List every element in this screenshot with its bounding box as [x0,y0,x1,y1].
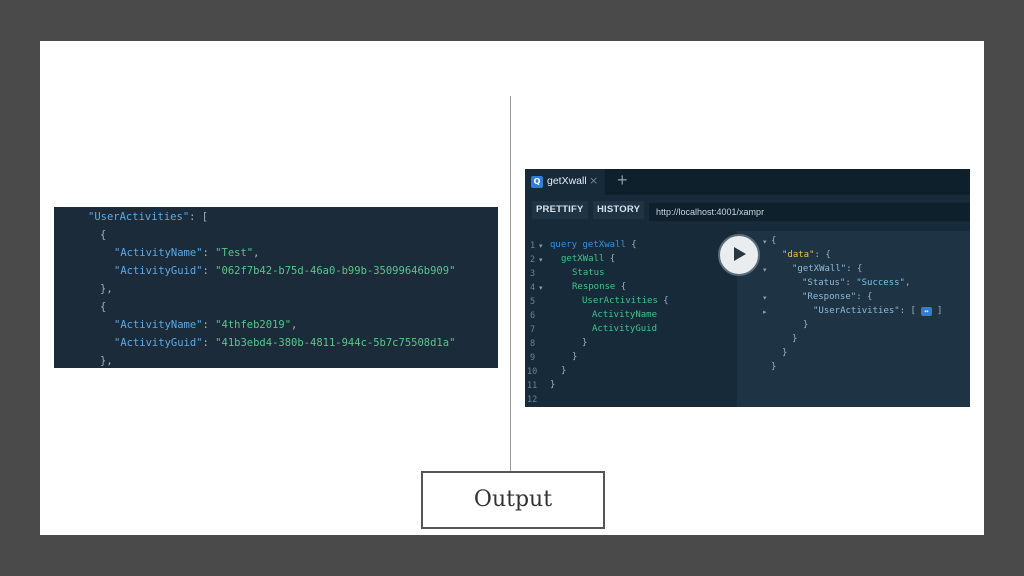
tab-getxwall[interactable]: Q getXwall × [525,169,605,195]
line-number: 2 [530,255,536,265]
query-line: query getXwall { [550,240,637,250]
result-line: } [771,362,777,372]
history-button[interactable]: HISTORY [593,201,645,219]
close-icon[interactable]: × [589,174,598,187]
code-line-1: "UserActivities": [ [88,211,209,223]
fold-arrow-icon[interactable]: ▾ [763,294,767,302]
play-icon [734,247,746,261]
fold-arrow-icon[interactable]: ▾ [763,266,767,274]
query-line: UserActivities { [582,296,669,306]
tab-title: getXwall [547,175,587,187]
expand-arrow-icon[interactable]: ▸ [763,308,767,316]
result-line: } [792,334,798,344]
line-number: 9 [530,353,536,363]
result-pane: ▾ ▾ ▾ ▸ { "data": { "getXWall": { "Statu… [737,231,970,407]
fold-arrow-icon[interactable]: ▾ [763,238,767,246]
line-number: 6 [530,311,536,321]
prettify-button[interactable]: PRETTIFY [532,201,588,219]
query-line: ActivityGuid [592,324,658,334]
query-line: ActivityName [592,310,658,320]
expand-array-button[interactable]: ↔ [921,307,932,316]
query-line: } [572,352,578,362]
code-line-9: }, [100,355,113,367]
result-line: "Response": { [802,292,873,302]
code-line-7: "ActivityName": "4thfeb2019", [114,319,298,331]
graphql-playground: Q getXwall × + PRETTIFY HISTORY http://l… [525,169,970,407]
query-line: getXWall { [561,254,616,264]
graphql-logo-icon: Q [531,176,543,188]
add-tab-icon[interactable]: + [617,170,628,191]
line-number: 7 [530,325,536,335]
query-line: } [582,338,588,348]
code-line-2: { [100,229,107,241]
query-line: Response { [572,282,627,292]
code-line-3: "ActivityName": "Test", [114,247,260,259]
vertical-divider [510,96,511,472]
query-line: } [550,380,556,390]
result-line: "Status": "Success", [802,278,911,288]
result-line: { [771,236,777,246]
line-number: 4 [530,283,536,293]
result-line: "data": { [782,250,831,260]
line-number: 1 [530,241,536,251]
code-line-6: { [100,301,107,313]
code-line-4: "ActivityGuid": "062f7b42-b75d-46a0-b99b… [114,265,456,277]
result-line: } [803,320,809,330]
code-line-8: "ActivityGuid": "41b3ebd4-380b-4811-944c… [114,337,456,349]
json-code-panel: "UserActivities": [ { "ActivityName": "T… [54,207,498,368]
line-number: 3 [530,269,536,279]
line-number: 12 [527,395,538,405]
result-line: "getXWall": { [792,264,863,274]
fold-arrow-icon[interactable]: ▾ [539,284,543,292]
output-label-box: Output [421,471,605,529]
query-line: Status [572,268,605,278]
line-number: 10 [527,367,538,377]
endpoint-url-input[interactable]: http://localhost:4001/xampr [649,203,970,221]
result-line: } [782,348,788,358]
execute-query-button[interactable] [718,234,760,276]
result-line: "UserActivities": [ ↔ ] [813,306,943,316]
fold-arrow-icon[interactable]: ▾ [539,242,543,250]
line-number: 11 [527,381,538,391]
code-line-5: }, [100,283,113,295]
fold-arrow-icon[interactable]: ▾ [539,256,543,264]
line-number: 5 [530,297,536,307]
query-editor[interactable]: 1 2 3 4 5 6 7 8 9 10 11 12 ▾ ▾ ▾ query g… [525,231,737,407]
line-number: 8 [530,339,536,349]
query-line: } [561,366,567,376]
